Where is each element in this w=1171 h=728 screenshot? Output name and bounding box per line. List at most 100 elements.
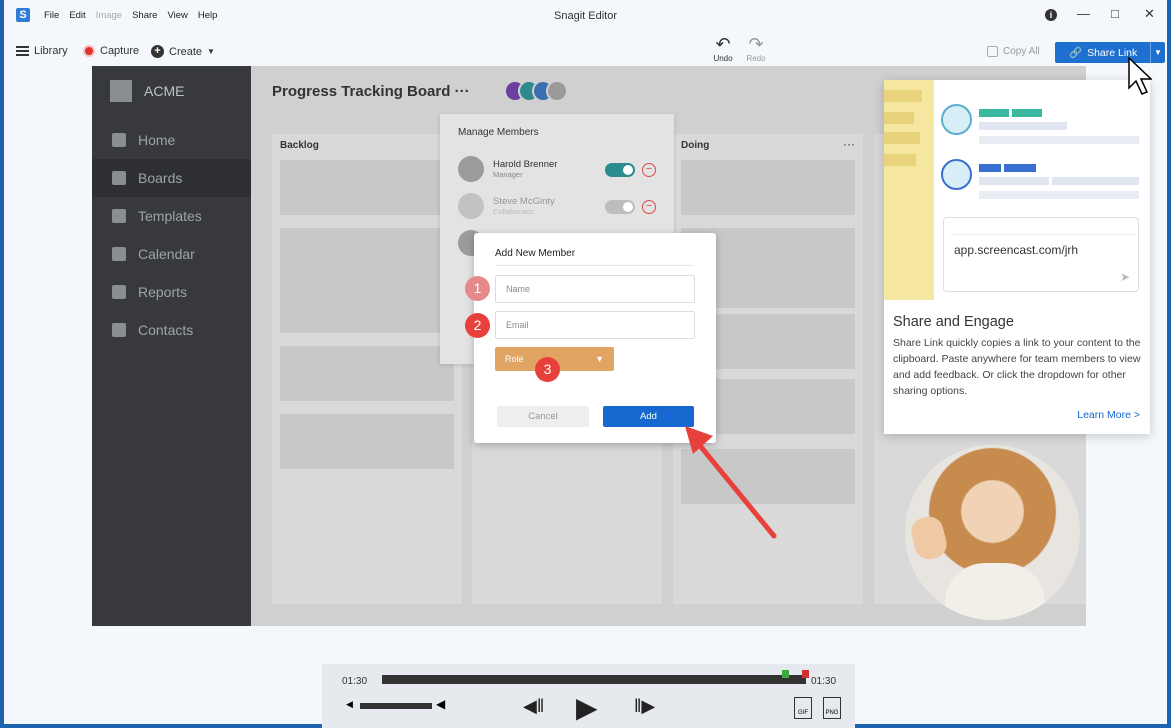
undo-button[interactable]: ↶ Undo [709, 34, 737, 63]
step-forward-button[interactable]: ‖▶ [634, 696, 655, 717]
card[interactable] [280, 414, 454, 469]
illustration-bar [884, 90, 922, 102]
minimize-icon[interactable]: — [1077, 6, 1090, 21]
step-badge-3: 3 [535, 357, 560, 382]
webcam-overlay[interactable] [905, 445, 1080, 620]
calendar-icon [112, 247, 126, 261]
nav-boards[interactable]: Boards [92, 159, 251, 197]
remove-member-icon[interactable]: − [642, 200, 656, 214]
reports-icon [112, 285, 126, 299]
trim-end-handle[interactable] [802, 670, 809, 678]
nav-boards-label: Boards [138, 170, 183, 186]
nav-templates[interactable]: Templates [92, 197, 251, 235]
copy-all-button[interactable]: Copy All [987, 46, 1040, 57]
illustration-bar [979, 109, 1009, 117]
volume-down-icon[interactable]: ◀ [346, 699, 353, 710]
link-comment-box[interactable]: app.screencast.com/jrh ➤ [943, 217, 1139, 292]
nav-contacts[interactable]: Contacts [92, 311, 251, 349]
link-icon: 🔗 [1069, 47, 1083, 59]
member-name: Harold Brenner [493, 159, 558, 170]
close-icon[interactable]: ✕ [1144, 6, 1155, 22]
illustration-bar [979, 122, 1067, 130]
popup-title: Share and Engage [893, 314, 1014, 330]
video-player-controls: 01:30 01:30 ◀ ◀ ◀‖ ▶ ‖▶ GIF PNG [322, 664, 855, 728]
contacts-icon [112, 323, 126, 337]
end-time: 01:30 [811, 676, 837, 687]
manage-members-title: Manage Members [458, 127, 539, 138]
board-more-icon[interactable]: ··· [455, 83, 470, 100]
card[interactable] [280, 160, 454, 215]
brand-name: ACME [144, 83, 185, 99]
play-button[interactable]: ▶ [576, 691, 598, 724]
undo-icon: ↶ [715, 34, 731, 54]
illustration-bar [1012, 109, 1042, 117]
illustration-bar [979, 177, 1049, 185]
volume-slider[interactable] [360, 703, 432, 709]
popup-description: Share Link quickly copies a link to your… [893, 337, 1141, 397]
share-url: app.screencast.com/jrh [954, 243, 1079, 257]
name-field[interactable]: Name [495, 275, 695, 303]
nav-calendar-label: Calendar [138, 246, 195, 262]
remove-member-icon[interactable]: − [642, 163, 656, 177]
chevron-down-icon: ▼ [207, 47, 215, 56]
learn-more-link[interactable]: Learn More > [1077, 409, 1140, 421]
brand-logo-icon [110, 80, 132, 102]
copy-icon [987, 46, 998, 57]
toolbar: Library Capture + Create ▼ ↶ Undo ↷ Redo… [4, 34, 1167, 66]
step-badge-1: 1 [465, 276, 490, 301]
nav-reports[interactable]: Reports [92, 273, 251, 311]
step-badge-2: 2 [465, 313, 490, 338]
column-more-icon[interactable]: ··· [843, 137, 855, 151]
divider [495, 265, 693, 266]
redo-button[interactable]: ↷ Redo [742, 34, 770, 63]
email-field[interactable]: Email [495, 311, 695, 339]
avatar [458, 156, 484, 182]
member-toggle[interactable] [605, 163, 635, 177]
brand: ACME [110, 80, 184, 102]
save-gif-button[interactable]: GIF [794, 697, 812, 719]
user-avatar-icon [941, 104, 972, 135]
illustration-bar [1052, 177, 1139, 185]
illustration-bar [884, 132, 920, 144]
copy-all-label: Copy All [1003, 46, 1040, 57]
waving-hand [908, 513, 950, 563]
volume-up-icon[interactable]: ◀ [436, 697, 445, 711]
send-icon[interactable]: ➤ [1120, 270, 1130, 284]
create-label: Create [169, 45, 203, 58]
user-avatar-icon [941, 159, 972, 190]
share-dropdown-button[interactable]: ▼ [1150, 42, 1165, 63]
avatar [458, 193, 484, 219]
nav-home[interactable]: Home [92, 121, 251, 159]
illustration-bar [979, 164, 1001, 172]
library-button[interactable]: Library [16, 45, 68, 57]
step-back-button[interactable]: ◀‖ [523, 696, 544, 717]
illustration-bar [884, 112, 914, 124]
undo-label: Undo [713, 54, 733, 63]
info-icon[interactable]: i [1045, 6, 1057, 21]
hamburger-icon [16, 46, 29, 56]
card[interactable] [280, 228, 454, 333]
create-button[interactable]: + Create ▼ [151, 45, 215, 58]
app-sidebar: ACME Home Boards Templates Calendar Repo… [92, 66, 251, 626]
trim-start-handle[interactable] [782, 670, 789, 678]
nav-home-label: Home [138, 132, 176, 148]
cancel-button[interactable]: Cancel [497, 406, 589, 427]
illustration-bar [979, 136, 1139, 144]
card[interactable] [681, 160, 855, 215]
member-role: Manager [493, 170, 523, 179]
arrow-annotation[interactable] [679, 420, 789, 550]
timeline-track[interactable] [382, 675, 806, 684]
column-backlog: Backlog [272, 134, 462, 604]
card[interactable] [280, 346, 454, 401]
nav-calendar[interactable]: Calendar [92, 235, 251, 273]
member-avatars[interactable] [504, 80, 568, 102]
plus-icon: + [151, 45, 164, 58]
maximize-icon[interactable]: □ [1111, 6, 1119, 21]
column-title: Doing [681, 140, 710, 151]
capture-button[interactable]: Capture [83, 45, 139, 57]
save-png-button[interactable]: PNG [823, 697, 841, 719]
member-toggle[interactable] [605, 200, 635, 214]
person-shirt [945, 563, 1045, 620]
dialog-title: Add New Member [495, 248, 576, 259]
avatar [546, 80, 568, 102]
